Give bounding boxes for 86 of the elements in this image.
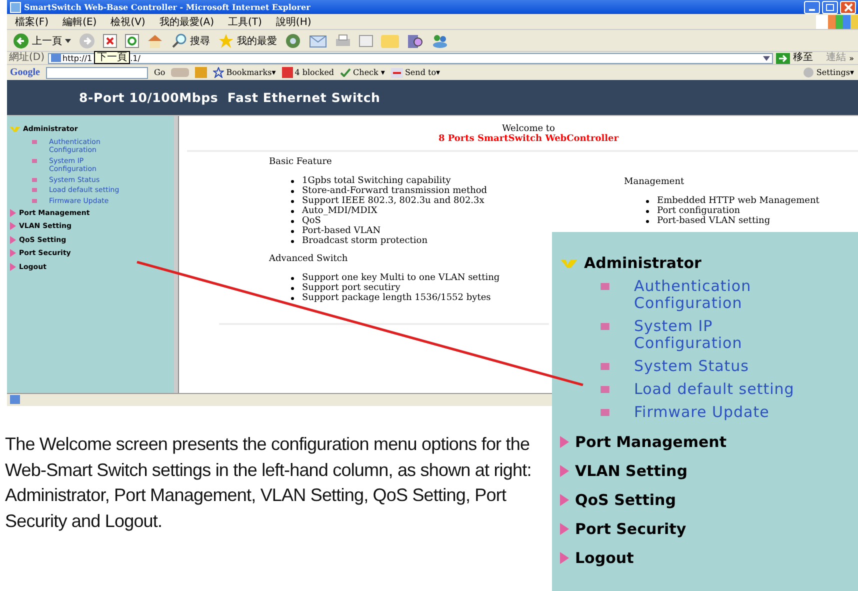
menu-section[interactable]: Administrator [584,254,702,272]
search-icon [171,32,187,48]
menu-link[interactable]: Authentication Configuration [634,278,824,312]
bullet-icon [32,198,37,202]
menu-item[interactable]: 工具(T) [228,14,262,28]
restore-button[interactable] [822,0,838,14]
bullet-icon [32,178,37,182]
send-to-button[interactable]: Send to▾ [390,68,440,78]
menu-link[interactable]: System IP Configuration [634,318,824,352]
bullet-icon [600,363,610,370]
menu-item[interactable]: 編輯(E) [62,14,97,28]
menu-link[interactable]: Load default setting [634,381,824,398]
menu-section[interactable]: VLAN Setting [575,462,688,480]
section-heading: Basic Feature [269,157,333,167]
go-button[interactable]: Go [154,68,166,77]
page-icon [10,395,20,404]
bullet-icon [600,386,610,393]
feature-item: Support IEEE 802.3, 802.3u and 802.3x [302,196,484,206]
menu-item[interactable]: 說明(H) [276,14,312,28]
search-button[interactable]: 搜尋 [171,32,210,48]
menu-link[interactable]: System Status [634,358,824,375]
close-button[interactable] [840,0,856,14]
printer-icon[interactable] [335,34,351,48]
forward-button[interactable] [79,32,95,48]
menu-item[interactable]: 檢視(V) [110,14,146,28]
star-icon [213,67,224,78]
minimize-button[interactable] [804,0,820,14]
menu-item[interactable]: 我的最愛(A) [159,14,214,28]
windows-logo-icon [816,14,858,28]
menu-section[interactable]: Logout [575,548,634,566]
header-title: 8-Port 10/100Mbps Fast Ethernet Switch [79,90,380,105]
menu-item[interactable]: 檔案(F) [15,14,49,28]
feature-item: Auto_MDI/MDIX [302,206,378,216]
section-heading: Management [624,177,686,187]
bullet-icon [32,188,37,192]
feature-item: Support package length 1536/1552 bytes [302,293,491,303]
product-title: 8 Ports SmartSwitch WebController [437,134,620,144]
bullet-icon [600,409,610,416]
window-title: SmartSwitch Web-Base Controller - Microsoft Internet Explorer [24,2,310,12]
circle-icon [803,67,814,78]
feature-item: Port-based VLAN setting [657,216,770,226]
menu-link[interactable]: Firmware Update [634,404,824,421]
bookmarks-button[interactable]: Bookmarks▾ [213,67,276,78]
popup-blocker-button[interactable]: 4 blocked [282,67,334,78]
feature-item: Embedded HTTP web Management [657,196,820,206]
welcome-text: Welcome to [501,124,556,134]
feature-item: Broadcast storm protection [302,236,428,246]
back-button[interactable]: 上一頁 [13,32,71,48]
bullet-icon [32,140,37,144]
bullet-icon [600,283,610,290]
bullet-icon [32,158,37,162]
go-button[interactable]: 移至 [776,52,814,64]
google-search-field[interactable] [46,66,148,78]
more-button[interactable]: » [849,54,858,62]
arrow-icon [776,52,790,64]
caret-icon [65,38,71,42]
browser-icon [10,2,21,12]
spell-check-button[interactable]: Check ▾ [340,68,385,77]
google-logo: Google [10,67,40,78]
address-label: 網址(D) [9,52,45,64]
stop-icon[interactable] [103,34,117,48]
star-icon [218,32,234,48]
menu-section[interactable]: Port Management [575,432,727,450]
feature-item: Store-and-Forward transmission method [302,186,488,196]
blocker-icon [282,67,293,78]
feature-item: Support one key Multi to one VLAN setting [302,273,500,283]
mail-icon[interactable] [309,34,327,48]
home-icon[interactable] [147,34,163,48]
bullet-icon [600,323,610,330]
feature-item: 1Gpbs total Switching capability [302,176,451,186]
feature-item: Port configuration [657,206,740,216]
check-icon [340,68,352,77]
refresh-icon[interactable] [125,34,139,48]
menu-section[interactable]: Port Security [575,520,686,538]
menu-section[interactable]: QoS Setting [575,490,676,508]
favorites-button[interactable]: 我的最愛 [218,32,277,48]
tooltip: 下一頁 [94,51,130,64]
dropdown-caret-icon[interactable] [763,56,770,60]
page-icon [50,54,61,62]
feature-item: Port-based VLAN [302,226,381,236]
messenger-icon[interactable] [431,34,449,48]
settings-button[interactable]: Settings▾ [803,67,858,78]
send-icon [390,68,403,78]
caption-text: The Welcome screen presents the configuration menu options for the Web-Smart Switch settings in the left-hand column, as shown at right: Administrator, Port Management, VLAN Setting, QoS Setting, Port Security and Logout. [5,433,532,533]
feature-item: QoS [302,216,321,226]
feature-item: Support port secutiry [302,283,400,293]
